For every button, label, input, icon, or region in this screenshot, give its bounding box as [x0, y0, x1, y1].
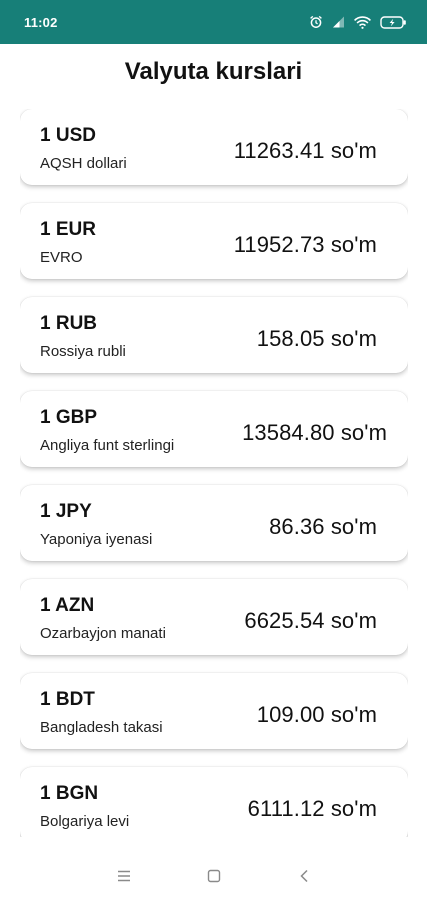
signal-icon [332, 16, 345, 28]
status-time: 11:02 [24, 14, 58, 30]
currency-code: 1 RUB [40, 313, 98, 334]
currency-name: AQSH dollari [40, 155, 127, 172]
currency-rate: 11952.73 so'm [233, 232, 377, 257]
currency-code: 1 GBP [40, 407, 98, 428]
status-icons [309, 15, 407, 29]
battery-icon [380, 15, 407, 29]
back-icon[interactable] [291, 863, 317, 889]
currency-list[interactable]: 1 USD AQSH dollari 11263.41 so'm 1 EUR E… [20, 109, 408, 837]
status-bar: 11:02 [0, 0, 427, 44]
currency-card-bgn[interactable]: 1 BGN Bolgariya levi 6111.12 so'm [20, 767, 408, 837]
currency-card-rub[interactable]: 1 RUB Rossiya rubli 158.05 so'm [20, 297, 408, 373]
currency-rate: 86.36 so'm [269, 514, 377, 539]
currency-code: 1 BGN [40, 783, 99, 804]
navigation-bar [0, 852, 427, 900]
alarm-icon [309, 15, 323, 29]
currency-code: 1 BDT [40, 689, 95, 710]
currency-card-azn[interactable]: 1 AZN Ozarbayjon manati 6625.54 so'm [20, 579, 408, 655]
currency-code: 1 EUR [40, 219, 96, 240]
wifi-icon [354, 15, 371, 29]
currency-name: Rossiya rubli [40, 343, 126, 360]
home-icon[interactable] [201, 863, 227, 889]
currency-code: 1 AZN [40, 595, 95, 616]
page-title: Valyuta kurslari [124, 58, 303, 85]
currency-card-jpy[interactable]: 1 JPY Yaponiya iyenasi 86.36 so'm [20, 485, 408, 561]
currency-rate: 13584.80 so'm [242, 420, 387, 445]
currency-rate: 109.00 so'm [256, 702, 377, 727]
currency-name: Bangladesh takasi [40, 719, 163, 736]
menu-icon[interactable] [111, 863, 137, 889]
currency-code: 1 USD [40, 125, 96, 146]
currency-rate: 6111.12 so'm [247, 796, 377, 821]
currency-code: 1 JPY [40, 501, 92, 522]
currency-rate: 11263.41 so'm [233, 138, 377, 163]
currency-rate: 6625.54 so'm [244, 608, 377, 633]
currency-card-gbp[interactable]: 1 GBP Angliya funt sterlingi 13584.80 so… [20, 391, 408, 467]
currency-name: Ozarbayjon manati [40, 625, 166, 642]
currency-name: Bolgariya levi [40, 813, 130, 830]
currency-name: Angliya funt sterlingi [40, 437, 175, 454]
currency-card-usd[interactable]: 1 USD AQSH dollari 11263.41 so'm [20, 109, 408, 185]
currency-card-eur[interactable]: 1 EUR EVRO 11952.73 so'm [20, 203, 408, 279]
currency-rate: 158.05 so'm [256, 326, 377, 351]
currency-name: Yaponiya iyenasi [40, 531, 153, 548]
currency-card-bdt[interactable]: 1 BDT Bangladesh takasi 109.00 so'm [20, 673, 408, 749]
currency-name: EVRO [40, 249, 83, 266]
